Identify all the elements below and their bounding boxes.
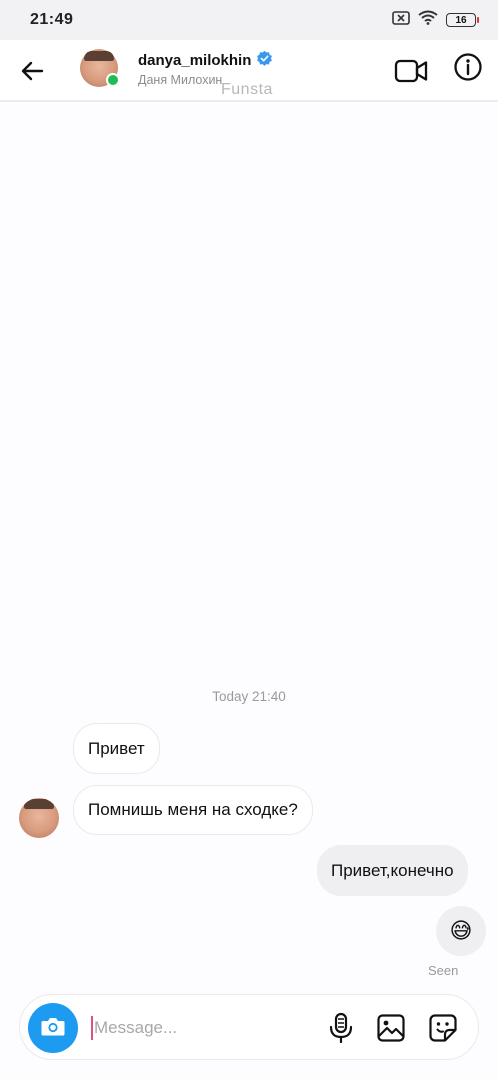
camera-button[interactable]: [28, 1003, 78, 1053]
sender-avatar[interactable]: [19, 798, 59, 838]
sticker-icon[interactable]: [428, 1013, 458, 1043]
battery-level: 16: [455, 14, 467, 26]
online-status-dot: [106, 73, 120, 87]
avatar[interactable]: [80, 49, 120, 87]
message-bubble-incoming[interactable]: Помнишь меня на сходке?: [73, 785, 313, 835]
avatar-hair: [84, 51, 114, 61]
seen-status: Seen: [428, 963, 459, 978]
message-bubble-outgoing[interactable]: Привет,конечно: [317, 845, 468, 896]
message-composer: [19, 994, 479, 1060]
profile-display-name: Даня Милохин: [138, 73, 223, 87]
avatar-hair: [24, 799, 54, 809]
battery-icon: 16: [446, 13, 479, 27]
chat-header: danya_milokhin Даня Милохин Funsta: [0, 40, 498, 102]
camera-icon: [40, 1015, 66, 1042]
wifi-icon: [418, 10, 438, 30]
video-call-icon[interactable]: [394, 56, 428, 86]
microphone-icon[interactable]: [327, 1012, 355, 1044]
gallery-icon[interactable]: [376, 1013, 406, 1043]
emoji-message-bubble[interactable]: 😅: [436, 906, 486, 956]
profile-username: danya_milokhin: [138, 52, 252, 69]
info-icon[interactable]: [453, 52, 483, 82]
message-bubble-incoming[interactable]: Привет: [73, 723, 160, 774]
status-time: 21:49: [30, 11, 74, 28]
status-icons: 16: [392, 10, 479, 30]
message-text: Привет,конечно: [331, 860, 454, 880]
back-arrow-icon[interactable]: [18, 56, 48, 86]
status-bar: 21:49 16: [0, 0, 498, 40]
app-watermark: Funsta: [221, 81, 273, 98]
profile-username-row[interactable]: danya_milokhin: [138, 50, 273, 71]
grinning-sweat-emoji: 😅: [449, 918, 473, 943]
message-input[interactable]: [94, 1015, 314, 1041]
message-text: Привет: [88, 738, 145, 758]
message-text: Помнишь меня на сходке?: [88, 800, 298, 819]
message-timestamp: Today 21:40: [212, 689, 286, 704]
verified-badge-icon: [256, 50, 273, 71]
text-caret: [91, 1016, 93, 1040]
sim-off-icon: [392, 10, 410, 30]
